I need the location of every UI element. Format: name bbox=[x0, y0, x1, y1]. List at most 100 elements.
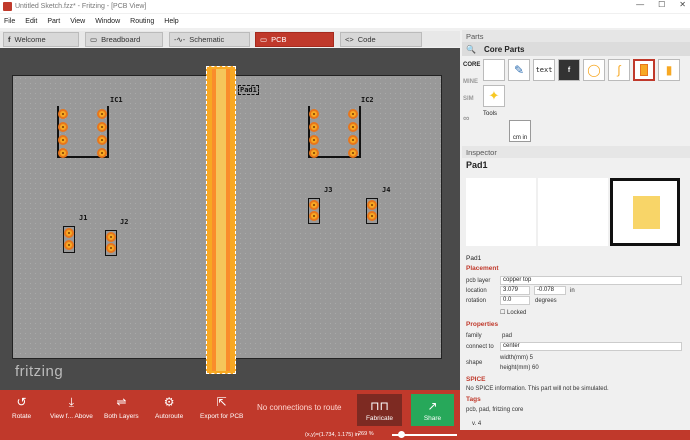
part-copper-shape-icon[interactable]: ✦ bbox=[483, 85, 505, 107]
locked-label: Locked bbox=[507, 310, 527, 316]
export-label: Export for PCB bbox=[200, 413, 244, 420]
menu-window[interactable]: Window bbox=[95, 18, 120, 25]
inspector-title: Pad1 bbox=[466, 160, 488, 170]
ic-pin bbox=[348, 109, 358, 119]
part-jumper-icon[interactable]: ✎ bbox=[508, 59, 530, 81]
part-blank[interactable] bbox=[483, 59, 505, 81]
height-field[interactable]: height(mm) 60 bbox=[500, 365, 539, 371]
part-via-icon[interactable]: ∫ bbox=[608, 59, 630, 81]
schematic-preview[interactable] bbox=[538, 178, 608, 246]
tab-welcome[interactable]: f Welcome bbox=[3, 32, 79, 47]
tab-code[interactable]: <> Code bbox=[340, 32, 422, 47]
part-copper-fill-icon[interactable]: ▮ bbox=[658, 59, 680, 81]
autoroute-label: Autoroute bbox=[155, 413, 184, 420]
j4-label: J4 bbox=[382, 186, 391, 194]
rotate-label: Rotate bbox=[12, 413, 32, 420]
view-from-above-label: View f... Above bbox=[50, 413, 93, 420]
width-field[interactable]: width(mm) 5 bbox=[500, 355, 533, 361]
menu-routing[interactable]: Routing bbox=[130, 18, 154, 25]
tab-label: Welcome bbox=[14, 35, 46, 44]
shape-label: shape bbox=[466, 360, 483, 366]
ic-pin bbox=[348, 135, 358, 145]
title-bar: Untitled Sketch.fzz* - Fritzing - [PCB V… bbox=[0, 0, 690, 13]
location-y-input[interactable]: -0.078 bbox=[534, 286, 566, 295]
bin-tab-core[interactable]: CORE bbox=[463, 62, 480, 68]
connector-pin bbox=[309, 211, 319, 221]
fabricate-icon: ⊓⊓ bbox=[370, 398, 389, 413]
search-icon[interactable]: 🔍 bbox=[466, 45, 476, 54]
tab-pcb[interactable]: ▭ PCB bbox=[255, 32, 334, 47]
location-label: location bbox=[466, 288, 487, 294]
menu-view[interactable]: View bbox=[70, 18, 85, 25]
both-layers-label: Both Layers bbox=[104, 413, 139, 420]
zoom-level: 269 % bbox=[358, 431, 374, 437]
part-text[interactable]: text bbox=[533, 59, 555, 81]
parts-header-label: Parts bbox=[466, 31, 484, 41]
spice-section: SPICE bbox=[466, 376, 486, 383]
pcb-layer-label: pcb layer bbox=[466, 278, 491, 284]
fabricate-label: Fabricate bbox=[365, 414, 394, 422]
part-hole-icon[interactable]: ◯ bbox=[583, 59, 605, 81]
locked-checkbox[interactable]: ☐ Locked bbox=[500, 309, 526, 316]
menu-file[interactable]: File bbox=[4, 18, 15, 25]
zoom-slider-handle[interactable] bbox=[398, 431, 405, 438]
location-x-input[interactable]: 3.079 bbox=[500, 286, 530, 295]
part-logo-icon[interactable]: f bbox=[558, 59, 580, 81]
rotate-button[interactable]: ↺ Rotate bbox=[12, 395, 31, 420]
maximize-button[interactable]: ☐ bbox=[658, 0, 665, 9]
bin-tab-link-icon[interactable]: ∞ bbox=[463, 113, 469, 123]
connector-pin bbox=[64, 228, 74, 238]
routing-status: No connections to route bbox=[257, 403, 342, 412]
bin-tab-sim[interactable]: SIM bbox=[463, 96, 474, 102]
ic-pin bbox=[309, 122, 319, 132]
ic-pin bbox=[58, 122, 68, 132]
ruler-tool[interactable]: cm in bbox=[509, 120, 531, 142]
bottom-toolbar: ↺ Rotate ⤓ View f... Above ⇌ Both Layers… bbox=[0, 390, 460, 430]
inspector-panel-header: Inspector bbox=[462, 146, 690, 158]
export-for-pcb-button[interactable]: ⇱ Export for PCB bbox=[200, 395, 243, 420]
j1-label: J1 bbox=[79, 214, 88, 222]
both-layers-button[interactable]: ⇌ Both Layers bbox=[104, 395, 139, 420]
autoroute-icon: ⚙ bbox=[163, 395, 175, 409]
share-button[interactable]: ↗ Share bbox=[411, 394, 454, 426]
fritzing-icon: f bbox=[8, 35, 11, 44]
rotation-input[interactable]: 0.0 bbox=[500, 296, 530, 305]
pcb-layer-value: copper top bbox=[503, 277, 532, 283]
part-pad-icon[interactable] bbox=[633, 59, 655, 81]
view-from-above-button[interactable]: ⤓ View f... Above bbox=[50, 395, 93, 420]
copper-pad[interactable] bbox=[206, 66, 236, 374]
breadboard-icon: ▭ bbox=[90, 35, 98, 44]
properties-section: Properties bbox=[466, 321, 499, 328]
menu-bar: File Edit Part View Window Routing Help bbox=[0, 14, 690, 28]
pcb-layer-select[interactable]: copper top bbox=[500, 276, 682, 285]
breadboard-preview[interactable] bbox=[466, 178, 536, 246]
fabricate-button[interactable]: ⊓⊓ Fabricate bbox=[357, 394, 402, 426]
ic-pin bbox=[348, 148, 358, 158]
autoroute-button[interactable]: ⚙ Autoroute bbox=[155, 395, 183, 420]
pad1-label[interactable]: Pad1 bbox=[238, 85, 259, 95]
fritzing-app-icon bbox=[3, 2, 12, 11]
rotation-value: 0.0 bbox=[503, 297, 512, 303]
connect-to-label: connect to bbox=[466, 344, 494, 350]
minimize-button[interactable]: — bbox=[636, 0, 644, 9]
close-button[interactable]: ✕ bbox=[679, 0, 686, 9]
copper-pad-core bbox=[216, 69, 226, 371]
pcb-preview[interactable] bbox=[610, 178, 680, 246]
connector-pin bbox=[106, 243, 116, 253]
inspector-header-label: Inspector bbox=[466, 147, 497, 157]
pcb-canvas[interactable]: IC1 IC2 J1 J2 J3 J4 Pad1 fritzing bbox=[0, 48, 460, 390]
bin-tab-mine[interactable]: MINE bbox=[463, 79, 478, 85]
menu-edit[interactable]: Edit bbox=[25, 18, 37, 25]
menu-part[interactable]: Part bbox=[47, 18, 60, 25]
pad-thumbnail bbox=[640, 64, 648, 76]
tab-schematic[interactable]: -∿- Schematic bbox=[169, 32, 250, 47]
connector-pin bbox=[309, 200, 319, 210]
ic-pin bbox=[309, 135, 319, 145]
tab-breadboard[interactable]: ▭ Breadboard bbox=[85, 32, 163, 47]
tab-label: PCB bbox=[271, 35, 287, 44]
menu-help[interactable]: Help bbox=[164, 18, 178, 25]
connect-to-select[interactable]: center bbox=[500, 342, 682, 351]
ic2-label: IC2 bbox=[361, 96, 374, 104]
ic-pin bbox=[97, 135, 107, 145]
status-bar: (x,y)=(1.734, 1.175) in 269 % bbox=[0, 430, 690, 440]
